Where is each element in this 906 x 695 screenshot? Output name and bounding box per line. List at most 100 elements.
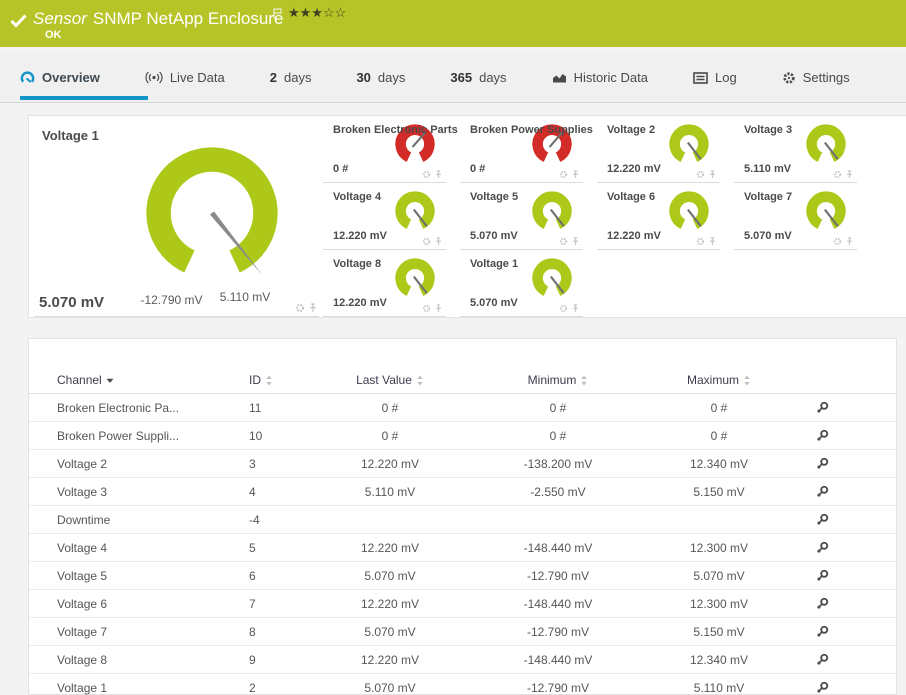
column-header-id[interactable]: ID [242, 373, 327, 387]
gauge-tile-voltage-1[interactable]: Voltage 1 5.070 mV [458, 250, 595, 317]
page-title: Sensor SNMP NetApp Enclosure [33, 9, 283, 29]
gauge-tile-voltage-8[interactable]: Voltage 8 12.220 mV [321, 250, 458, 317]
pin-icon[interactable] [845, 170, 854, 179]
gauge-tile-voltage-2[interactable]: Voltage 2 12.220 mV [595, 116, 732, 183]
gauge-title: Broken Electronic Parts [333, 124, 458, 136]
sort-desc-icon [106, 376, 114, 384]
cell-channel: Voltage 2 [57, 456, 108, 471]
pin-icon[interactable] [571, 304, 580, 313]
channel-settings-icon[interactable] [816, 429, 829, 442]
table-row[interactable]: Broken Electronic Pa... 11 0 # 0 # 0 # [29, 394, 896, 422]
log-icon [693, 71, 708, 84]
channel-settings-icon[interactable] [816, 513, 829, 526]
channel-settings-icon[interactable] [816, 597, 829, 610]
gauge-tile-voltage-5[interactable]: Voltage 5 5.070 mV [458, 183, 595, 250]
cell-id: 2 [249, 680, 256, 695]
tile-divider [34, 316, 319, 317]
tab-30-days[interactable]: 30 days [356, 70, 405, 85]
pin-icon[interactable] [434, 237, 443, 246]
channel-gear-icon[interactable] [422, 304, 431, 313]
table-row[interactable]: Voltage 4 5 12.220 mV -148.440 mV 12.300… [29, 534, 896, 562]
tab-label: days [283, 70, 312, 85]
column-header-channel[interactable]: Channel [57, 373, 242, 387]
table-row[interactable]: Voltage 1 2 5.070 mV -12.790 mV 5.110 mV [29, 674, 896, 695]
channel-gear-icon[interactable] [422, 237, 431, 246]
gauge-title: Voltage 6 [607, 191, 656, 203]
channel-settings-icon[interactable] [816, 653, 829, 666]
pin-icon[interactable] [708, 237, 717, 246]
channel-gear-icon[interactable] [559, 237, 568, 246]
gauge-tile-voltage-7[interactable]: Voltage 7 5.070 mV [732, 183, 869, 250]
channel-gear-icon[interactable] [559, 170, 568, 179]
pin-icon[interactable] [571, 170, 580, 179]
channel-gear-icon[interactable] [696, 170, 705, 179]
gauge-title: Voltage 2 [607, 124, 656, 136]
channel-gear-icon[interactable] [833, 170, 842, 179]
tab-settings[interactable]: Settings [782, 70, 850, 85]
cell-maximum: 12.300 mV [689, 596, 749, 611]
primary-gauge-tile[interactable]: Voltage 1 5.070 mV -12.790 mV 5.110 mV [29, 116, 321, 317]
tab-overview[interactable]: Overview [20, 70, 100, 85]
gauge-value: 5.070 mV [470, 230, 518, 242]
tab-log[interactable]: Log [693, 70, 737, 85]
column-header-minimum[interactable]: Minimum [453, 373, 663, 387]
cell-id: 7 [249, 596, 256, 611]
sort-icon [265, 375, 273, 386]
pin-icon[interactable] [708, 170, 717, 179]
small-gauge [395, 191, 435, 229]
tab-2-days[interactable]: 2 days [270, 70, 312, 85]
table-row[interactable]: Voltage 3 4 5.110 mV -2.550 mV 5.150 mV [29, 478, 896, 506]
gauge-value: 12.220 mV [333, 230, 387, 242]
tab-historic-data[interactable]: Historic Data [552, 70, 648, 85]
sort-icon [416, 375, 424, 386]
channel-settings-icon[interactable] [816, 625, 829, 638]
channel-gear-icon[interactable] [559, 304, 568, 313]
table-row[interactable]: Voltage 6 7 12.220 mV -148.440 mV 12.300… [29, 590, 896, 618]
table-row[interactable]: Broken Power Suppli... 10 0 # 0 # 0 # [29, 422, 896, 450]
gauge-tile-voltage-6[interactable]: Voltage 6 12.220 mV [595, 183, 732, 250]
gauge-tile-broken-power-supplies[interactable]: Broken Power Supplies 0 # [458, 116, 595, 183]
column-header-last-value[interactable]: Last Value [327, 373, 453, 387]
priority-stars[interactable]: ★★★☆☆ [288, 5, 346, 21]
gauge-grid: Broken Electronic Parts 0 # Broken Power… [321, 116, 906, 317]
broadcast-icon [145, 71, 163, 84]
pin-icon[interactable] [434, 170, 443, 179]
tab-live-data[interactable]: Live Data [145, 70, 225, 85]
cell-last-value: 12.220 mV [360, 596, 420, 611]
channel-gear-icon[interactable] [422, 170, 431, 179]
pin-icon[interactable] [434, 304, 443, 313]
gauge-tile-voltage-3[interactable]: Voltage 3 5.110 mV [732, 116, 869, 183]
table-row[interactable]: Voltage 5 6 5.070 mV -12.790 mV 5.070 mV [29, 562, 896, 590]
cell-id: 9 [249, 652, 256, 667]
gauge-tile-broken-electronic-parts[interactable]: Broken Electronic Parts 0 # [321, 116, 458, 183]
flag-icon[interactable] [273, 8, 282, 19]
cell-id: 6 [249, 568, 256, 583]
pin-icon[interactable] [571, 237, 580, 246]
channel-settings-icon[interactable] [816, 401, 829, 414]
gauge-tile-voltage-4[interactable]: Voltage 4 12.220 mV [321, 183, 458, 250]
pin-icon[interactable] [308, 303, 318, 313]
table-row[interactable]: Voltage 8 9 12.220 mV -148.440 mV 12.340… [29, 646, 896, 674]
table-row[interactable]: Downtime -4 [29, 506, 896, 534]
pin-icon[interactable] [845, 237, 854, 246]
channel-settings-icon[interactable] [816, 681, 829, 694]
channel-settings-icon[interactable] [816, 541, 829, 554]
gauge-title: Voltage 1 [42, 128, 99, 143]
channel-gear-icon[interactable] [696, 237, 705, 246]
column-header-maximum[interactable]: Maximum [663, 373, 775, 387]
table-row[interactable]: Voltage 2 3 12.220 mV -138.200 mV 12.340… [29, 450, 896, 478]
cell-last-value: 5.070 mV [364, 624, 416, 639]
channel-settings-icon[interactable] [816, 457, 829, 470]
cell-last-value: 0 # [381, 400, 399, 415]
channel-gear-icon[interactable] [833, 237, 842, 246]
cell-maximum: 5.150 mV [693, 624, 745, 639]
channel-gear-icon[interactable] [295, 303, 305, 313]
status-badge: OK [45, 29, 62, 41]
channel-settings-icon[interactable] [816, 569, 829, 582]
table-row[interactable]: Voltage 7 8 5.070 mV -12.790 mV 5.150 mV [29, 618, 896, 646]
cell-maximum: 5.150 mV [693, 484, 745, 499]
channel-settings-icon[interactable] [816, 485, 829, 498]
active-tab-underline [20, 96, 148, 100]
tab-365-days[interactable]: 365 days [450, 70, 506, 85]
cell-last-value: 5.070 mV [364, 680, 416, 695]
